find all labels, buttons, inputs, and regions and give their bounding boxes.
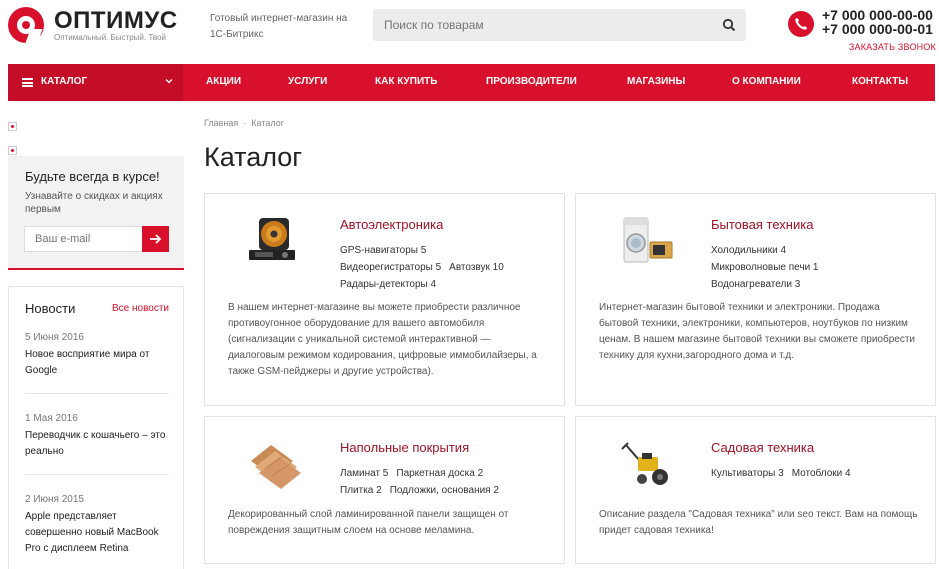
card-description: В нашем интернет-магазине вы можете прио… (228, 302, 537, 377)
news-item[interactable]: 5 Июня 2016 Новое восприятие мира от Goo… (25, 331, 170, 379)
car-speaker-icon[interactable] (245, 216, 305, 266)
arrow-right-icon (150, 234, 162, 244)
subcategory-link[interactable]: Плитка 2 (340, 485, 382, 496)
cultivator-icon[interactable] (616, 439, 676, 489)
callback-link[interactable]: ЗАКАЗАТЬ ЗВОНОК (849, 42, 936, 52)
subcategory-links: GPS-навигаторы 5 Видеорегистраторы 5 Авто… (340, 242, 512, 293)
header: ОПТИМУС Оптимальный. Быстрый. Твой Готов… (0, 0, 939, 64)
news-text[interactable]: Apple представляет совершенно новый MacB… (25, 509, 170, 557)
email-field-wrapper (24, 226, 143, 252)
news-date: 1 Мая 2016 (25, 413, 78, 424)
subcategory-link[interactable]: GPS-навигаторы 5 (340, 245, 426, 256)
news-text[interactable]: Переводчик с кошачьего – это реально (25, 428, 170, 460)
catalog-card-appliances: Бытовая техника Холодильники 4 Микроволн… (575, 193, 936, 406)
logo-name[interactable]: ОПТИМУС (54, 9, 178, 33)
chevron-down-icon (165, 79, 173, 84)
card-description: Декорированный слой ламинированной панел… (228, 509, 509, 536)
news-date: 2 Июня 2015 (25, 494, 84, 505)
card-description: Интернет-магазин бытовой техники и элект… (599, 302, 916, 361)
catalog-card-autoelectronics: Автоэлектроника GPS-навигаторы 5 Видеоре… (204, 193, 565, 406)
logo-icon[interactable] (8, 7, 44, 43)
banner-placeholder-icon (8, 122, 17, 131)
subcategory-links: Культиваторы 3 Мотоблоки 4 (711, 465, 859, 482)
card-description: Описание раздела "Садовая техника" или s… (599, 509, 918, 536)
subscribe-block: Будьте всегда в курсе! Узнавайте о скидк… (8, 156, 184, 270)
catalog-card-garden: Садовая техника Культиваторы 3 Мотоблоки … (575, 416, 936, 564)
subcategory-link[interactable]: Микроволновые печи 1 (711, 262, 819, 273)
nav-item-services[interactable]: УСЛУГИ (288, 76, 327, 87)
subcategory-link[interactable]: Культиваторы 3 (711, 468, 784, 479)
news-date: 5 Июня 2016 (25, 332, 84, 343)
flooring-icon[interactable] (245, 439, 305, 489)
news-title: Новости (25, 301, 76, 316)
washing-machine-icon[interactable] (616, 216, 676, 266)
breadcrumb: Главная - Каталог (204, 118, 284, 128)
nav-catalog-label: КАТАЛОГ (41, 76, 88, 87)
news-item[interactable]: 2 Июня 2015 Apple представляет совершенн… (25, 493, 170, 557)
nav-item-stores[interactable]: МАГАЗИНЫ (627, 76, 685, 87)
subscribe-text: Узнавайте о скидках и акциях первым (25, 191, 163, 215)
subcategory-link[interactable]: Паркетная доска 2 (396, 468, 483, 479)
subcategory-link[interactable]: Автозвук 10 (449, 262, 504, 273)
nav-item-sales[interactable]: АКЦИИ (206, 76, 241, 87)
menu-icon (22, 78, 33, 87)
page-title: Каталог (204, 142, 303, 172)
banner-placeholder-icon (8, 146, 17, 155)
email-field[interactable] (35, 233, 135, 245)
breadcrumb-current: Каталог (251, 118, 284, 128)
main-nav: КАТАЛОГ АКЦИИ УСЛУГИ КАК КУПИТЬ ПРОИЗВОД… (8, 64, 935, 101)
subcategory-link[interactable]: Мотоблоки 4 (792, 468, 851, 479)
divider (25, 474, 169, 475)
subcategory-link[interactable]: Водонагреватели 3 (711, 279, 800, 290)
breadcrumb-home[interactable]: Главная (204, 118, 238, 128)
subscribe-title: Будьте всегда в курсе! (25, 169, 160, 184)
subcategory-link[interactable]: Радары-детекторы 4 (340, 279, 436, 290)
subcategory-link[interactable]: Ламинат 5 (340, 468, 388, 479)
subscribe-button[interactable] (142, 226, 169, 252)
news-item[interactable]: 1 Мая 2016 Переводчик с кошачьего – это … (25, 412, 170, 460)
card-title[interactable]: Автоэлектроника (340, 217, 443, 232)
search-bar (373, 9, 746, 41)
card-title[interactable]: Садовая техника (711, 440, 814, 455)
search-input[interactable] (384, 18, 704, 32)
header-description: Готовый интернет-магазин на 1С-Битрикс (210, 13, 348, 40)
card-title[interactable]: Напольные покрытия (340, 440, 469, 455)
subcategory-link[interactable]: Видеорегистраторы 5 (340, 262, 441, 273)
nav-item-contacts[interactable]: КОНТАКТЫ (852, 76, 908, 87)
phone-number-2[interactable]: +7 000 000-00-01 (822, 22, 933, 37)
nav-item-about[interactable]: О КОМПАНИИ (732, 76, 801, 87)
nav-catalog-button[interactable]: КАТАЛОГ (8, 64, 183, 101)
subcategory-link[interactable]: Холодильники 4 (711, 245, 786, 256)
subcategory-links: Холодильники 4 Микроволновые печи 1 Водо… (711, 242, 827, 293)
subcategory-link[interactable]: Подложки, основания 2 (390, 485, 499, 496)
all-news-link[interactable]: Все новости (112, 303, 169, 314)
news-text[interactable]: Новое восприятие мира от Google (25, 347, 170, 379)
logo-slogan: Оптимальный. Быстрый. Твой (54, 33, 166, 42)
nav-item-brands[interactable]: ПРОИЗВОДИТЕЛИ (486, 76, 577, 87)
breadcrumb-separator: - (243, 118, 247, 128)
phone-icon (788, 11, 814, 37)
search-icon[interactable] (722, 18, 736, 32)
catalog-card-flooring: Напольные покрытия Ламинат 5 Паркетная до… (204, 416, 565, 564)
subcategory-links: Ламинат 5 Паркетная доска 2 Плитка 2 Подло… (340, 465, 507, 499)
divider (25, 393, 169, 394)
card-title[interactable]: Бытовая техника (711, 217, 813, 232)
nav-item-how-to-buy[interactable]: КАК КУПИТЬ (375, 76, 437, 87)
news-block: Новости Все новости 5 Июня 2016 Новое во… (8, 286, 184, 569)
